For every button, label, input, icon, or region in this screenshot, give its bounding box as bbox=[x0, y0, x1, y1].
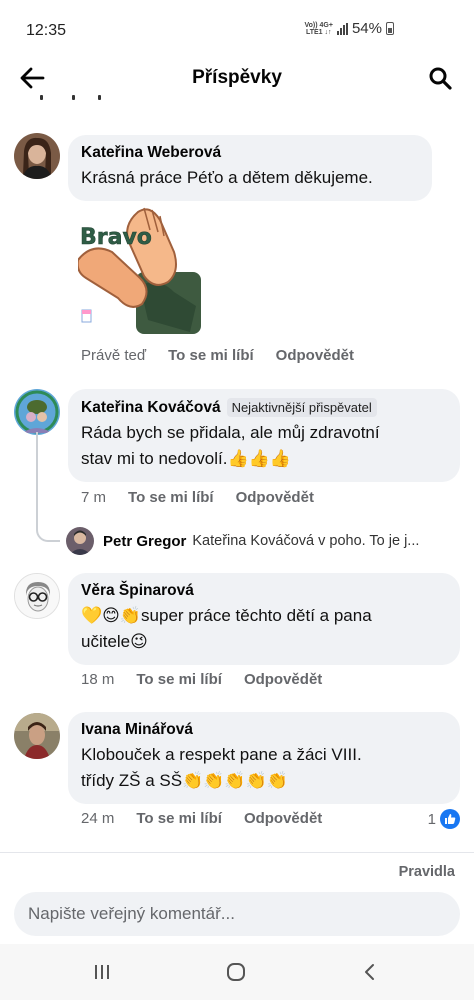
like-reaction-icon bbox=[440, 809, 460, 829]
comment-text: Ráda bych se přidala, ale můj zdravotní … bbox=[81, 423, 380, 468]
clapping-hands-sticker: Bravo bbox=[76, 207, 201, 334]
comment-text: 💛😊👏super práce těchto dětí a pana učitel… bbox=[81, 606, 372, 651]
reply-preview[interactable]: Petr Gregor Kateřina Kováčová v poho. To… bbox=[66, 527, 419, 555]
rules-link[interactable]: Pravidla bbox=[399, 864, 455, 880]
comment-author[interactable]: Kateřina Weberová bbox=[81, 144, 419, 162]
comment-actions: 7 m To se mi líbí Odpovědět bbox=[81, 489, 336, 506]
comment-author[interactable]: Věra Špinarová bbox=[81, 582, 447, 600]
avatar[interactable] bbox=[14, 389, 60, 435]
thread-connector bbox=[36, 432, 60, 542]
system-navigation-bar bbox=[0, 944, 474, 1000]
status-bar: 12:35 Vo)) 4G+ LTE1 ↓↑ 54% bbox=[0, 0, 474, 56]
divider bbox=[0, 852, 474, 853]
recent-apps-button[interactable] bbox=[82, 958, 122, 986]
comment-input-placeholder: Napište veřejný komentář... bbox=[28, 904, 235, 923]
avatar[interactable] bbox=[66, 527, 94, 555]
home-icon bbox=[227, 963, 245, 981]
like-button[interactable]: To se mi líbí bbox=[136, 671, 222, 688]
status-time: 12:35 bbox=[26, 22, 67, 39]
comment-bubble: Věra Špinarová 💛😊👏super práce těchto dět… bbox=[68, 573, 460, 665]
battery-icon bbox=[386, 22, 394, 35]
network-indicator: Vo)) 4G+ LTE1 ↓↑ bbox=[304, 21, 333, 36]
reaction-count: 1 bbox=[427, 810, 436, 828]
like-button[interactable]: To se mi líbí bbox=[136, 810, 222, 827]
home-button[interactable] bbox=[216, 958, 256, 986]
comment-text: Krásná práce Péťo a dětem děkujeme. bbox=[81, 168, 373, 187]
recent-apps-icon bbox=[95, 965, 109, 979]
avatar[interactable] bbox=[14, 713, 60, 759]
app-header: Příspěvky bbox=[0, 56, 474, 100]
top-contributor-badge: Nejaktivnější přispěvatel bbox=[226, 398, 377, 417]
comment-author[interactable]: Ivana Minářová bbox=[81, 721, 447, 739]
comment-time: Právě teď bbox=[81, 347, 147, 364]
comment-time: 18 m bbox=[81, 671, 115, 688]
comment-bubble: Kateřina Weberová Krásná práce Péťo a dě… bbox=[68, 135, 432, 201]
signal-icon bbox=[336, 22, 348, 35]
like-button[interactable]: To se mi líbí bbox=[168, 347, 254, 364]
search-button[interactable] bbox=[424, 64, 456, 92]
comment-author[interactable]: Kateřina Kováčová Nejaktivnější přispěva… bbox=[81, 398, 447, 417]
bravo-sticker[interactable]: Bravo bbox=[76, 202, 208, 336]
comment-text: Klobouček a respekt pane a žáci VIII. tř… bbox=[81, 745, 362, 790]
like-button[interactable]: To se mi líbí bbox=[128, 489, 214, 506]
reply-button[interactable]: Odpovědět bbox=[236, 489, 314, 506]
reply-button[interactable]: Odpovědět bbox=[244, 671, 322, 688]
battery-percent: 54% bbox=[351, 20, 382, 37]
chevron-left-icon bbox=[365, 964, 374, 980]
reply-button[interactable]: Odpovědět bbox=[276, 347, 354, 364]
scrolled-content-fragment bbox=[40, 95, 120, 105]
comment-input[interactable]: Napište veřejný komentář... bbox=[14, 892, 460, 936]
reply-button[interactable]: Odpovědět bbox=[244, 810, 322, 827]
avatar[interactable] bbox=[14, 573, 60, 619]
comment-actions: Právě teď To se mi líbí Odpovědět bbox=[81, 347, 376, 364]
comment-bubble: Ivana Minářová Klobouček a respekt pane … bbox=[68, 712, 460, 804]
system-back-button[interactable] bbox=[350, 958, 390, 986]
status-icons: Vo)) 4G+ LTE1 ↓↑ 54% bbox=[304, 20, 394, 37]
comment-time: 24 m bbox=[81, 810, 115, 827]
reaction-summary[interactable]: 1 bbox=[428, 809, 460, 829]
comment-time: 7 m bbox=[81, 489, 107, 506]
reply-text: Kateřina Kováčová v poho. To je j... bbox=[192, 533, 420, 549]
comment-bubble: Kateřina Kováčová Nejaktivnější přispěva… bbox=[68, 389, 460, 482]
page-title: Příspěvky bbox=[192, 67, 282, 88]
search-icon bbox=[429, 67, 452, 90]
svg-text:Bravo: Bravo bbox=[80, 225, 152, 250]
reply-author[interactable]: Petr Gregor bbox=[103, 533, 186, 550]
avatar[interactable] bbox=[14, 133, 60, 179]
comment-actions: 24 m To se mi líbí Odpovědět bbox=[81, 810, 344, 827]
comment-actions: 18 m To se mi líbí Odpovědět bbox=[81, 671, 344, 688]
